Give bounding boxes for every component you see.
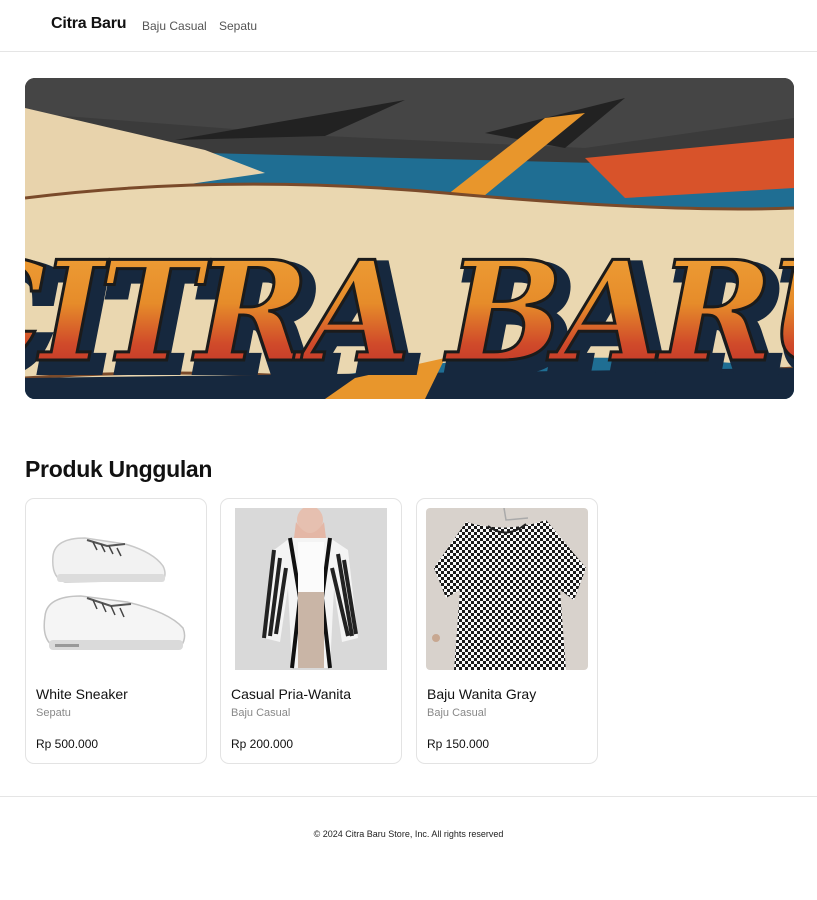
hero-banner-image: CITRA BARU CITRA BARU [25,78,794,399]
section-title-featured: Produk Unggulan [25,456,213,482]
product-name: White Sneaker [36,686,128,702]
brand-logo-link[interactable]: Citra Baru [51,15,127,33]
product-price: Rp 150.000 [427,737,490,751]
product-card[interactable]: Baju Wanita Gray Baju Casual Rp 150.000 [416,498,598,764]
nav-link-baju-casual[interactable]: Baju Casual [142,19,207,33]
product-category: Baju Casual [427,707,487,719]
product-card[interactable]: Casual Pria-Wanita Baju Casual Rp 200.00… [220,498,402,764]
product-price: Rp 200.000 [231,737,294,751]
product-category: Sepatu [36,707,71,719]
product-price: Rp 500.000 [36,737,99,751]
product-image-casual-outfit [230,508,392,670]
footer-copyright: © 2024 Citra Baru Store, Inc. All rights… [313,829,504,839]
hero-banner: CITRA BARU CITRA BARU [25,78,794,399]
product-image-sneaker [35,508,197,670]
product-image-blouse [426,508,588,670]
product-category: Baju Casual [231,707,291,719]
top-navbar: Citra Baru Baju Casual Sepatu [0,0,817,52]
nav-link-sepatu[interactable]: Sepatu [219,19,257,33]
banner-text: CITRA BARU [25,230,794,393]
footer: © 2024 Citra Baru Store, Inc. All rights… [0,796,817,900]
product-name: Casual Pria-Wanita [231,686,352,702]
product-name: Baju Wanita Gray [427,686,537,702]
product-card[interactable]: White Sneaker Sepatu Rp 500.000 [25,498,207,764]
